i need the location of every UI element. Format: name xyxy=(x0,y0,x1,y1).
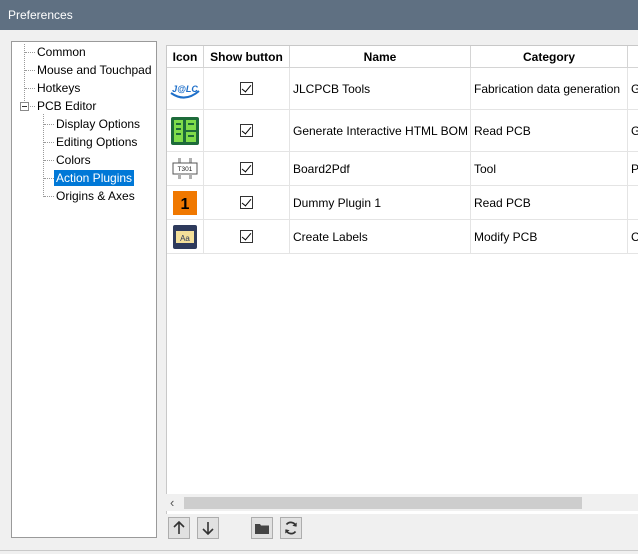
plugin-description: C xyxy=(628,220,638,253)
column-header-show-button[interactable]: Show button xyxy=(204,46,290,68)
move-up-button[interactable] xyxy=(168,517,190,539)
tree-line xyxy=(25,70,35,71)
show-button-checkbox[interactable] xyxy=(204,110,290,151)
scroll-left-icon[interactable]: ‹ xyxy=(170,495,174,510)
plugin-description: Pl xyxy=(628,152,638,185)
column-header-icon[interactable]: Icon xyxy=(167,46,204,68)
dialog-separator xyxy=(0,550,638,551)
tree-item-display-options[interactable]: Display Options xyxy=(54,116,142,132)
show-button-checkbox[interactable] xyxy=(204,68,290,109)
table-row[interactable]: T301 Board2Pdf Tool Pl xyxy=(167,152,638,186)
tree-line xyxy=(25,88,35,89)
number-one-icon: 1 xyxy=(167,186,204,219)
jlc-logo-text: J@LC xyxy=(172,84,198,94)
plugin-description xyxy=(628,186,638,219)
title-bar: Preferences xyxy=(0,0,638,30)
open-plugin-folder-button[interactable] xyxy=(251,517,273,539)
column-header-name[interactable]: Name xyxy=(290,46,471,68)
plugin-description: G xyxy=(628,110,638,151)
plugin-category: Read PCB xyxy=(471,110,628,151)
move-down-icon xyxy=(202,522,214,535)
board2pdf-icon: T301 xyxy=(167,152,204,185)
plugin-name: Generate Interactive HTML BOM xyxy=(290,110,471,151)
table-row[interactable]: Generate Interactive HTML BOM Read PCB G xyxy=(167,110,638,152)
refresh-icon xyxy=(285,521,297,535)
plugin-name: Dummy Plugin 1 xyxy=(290,186,471,219)
move-up-icon xyxy=(173,521,185,534)
tree-line xyxy=(44,160,54,161)
column-header-category[interactable]: Category xyxy=(471,46,628,68)
horizontal-scrollbar[interactable]: ‹ xyxy=(166,494,638,511)
tree-item-hotkeys[interactable]: Hotkeys xyxy=(35,80,82,96)
tree-item-editing-options[interactable]: Editing Options xyxy=(54,134,139,150)
tree-item-action-plugins[interactable]: Action Plugins xyxy=(54,170,135,186)
tree-line xyxy=(24,44,25,107)
show-button-checkbox[interactable] xyxy=(204,220,290,253)
tree-item-mouse-and-touchpad[interactable]: Mouse and Touchpad xyxy=(35,62,154,78)
plugin-category: Fabrication data generation xyxy=(471,68,628,109)
tree-line xyxy=(44,142,54,143)
tree-line xyxy=(44,178,54,179)
table-row[interactable]: 1 Dummy Plugin 1 Read PCB xyxy=(167,186,638,220)
tree-line xyxy=(25,52,35,53)
plugin-name: JLCPCB Tools xyxy=(290,68,471,109)
action-plugins-grid[interactable]: Icon Show button Name Category J@LC JLCP… xyxy=(166,45,638,514)
table-row[interactable]: Aa Create Labels Modify PCB C xyxy=(167,220,638,254)
plugin-category: Tool xyxy=(471,152,628,185)
tree-item-common[interactable]: Common xyxy=(35,44,88,60)
plugin-category: Read PCB xyxy=(471,186,628,219)
table-row[interactable]: J@LC JLCPCB Tools Fabrication data gener… xyxy=(167,68,638,110)
dummy-icon-text: 1 xyxy=(181,196,190,213)
collapse-toggle-pcb-editor[interactable] xyxy=(20,102,29,111)
preferences-tree[interactable]: Common Mouse and Touchpad Hotkeys PCB Ed… xyxy=(11,41,157,538)
board2pdf-icon-text: T301 xyxy=(178,166,193,173)
plugin-name: Board2Pdf xyxy=(290,152,471,185)
plugin-description: G xyxy=(628,68,638,109)
ibom-icon xyxy=(167,110,204,151)
plugin-name: Create Labels xyxy=(290,220,471,253)
tree-line xyxy=(44,124,54,125)
checkmark-icon[interactable] xyxy=(240,124,253,137)
show-button-checkbox[interactable] xyxy=(204,186,290,219)
show-button-checkbox[interactable] xyxy=(204,152,290,185)
reload-plugins-button[interactable] xyxy=(280,517,302,539)
plugin-category: Modify PCB xyxy=(471,220,628,253)
labels-icon-text: Aa xyxy=(180,234,190,243)
tree-item-pcb-editor[interactable]: PCB Editor xyxy=(35,98,98,114)
checkmark-icon[interactable] xyxy=(240,162,253,175)
window-title: Preferences xyxy=(8,8,73,22)
tree-line xyxy=(44,196,54,197)
scrollbar-thumb[interactable] xyxy=(184,497,582,509)
tree-item-origins-and-axes[interactable]: Origins & Axes xyxy=(54,188,137,204)
checkmark-icon[interactable] xyxy=(240,196,253,209)
tree-item-colors[interactable]: Colors xyxy=(54,152,93,168)
move-down-button[interactable] xyxy=(197,517,219,539)
tree-line xyxy=(43,114,44,197)
create-labels-icon: Aa xyxy=(167,220,204,253)
column-header-description[interactable] xyxy=(628,46,638,68)
open-folder-icon xyxy=(255,524,269,534)
checkmark-icon[interactable] xyxy=(240,230,253,243)
jlcpcb-logo-icon: J@LC xyxy=(167,68,204,109)
checkmark-icon[interactable] xyxy=(240,82,253,95)
